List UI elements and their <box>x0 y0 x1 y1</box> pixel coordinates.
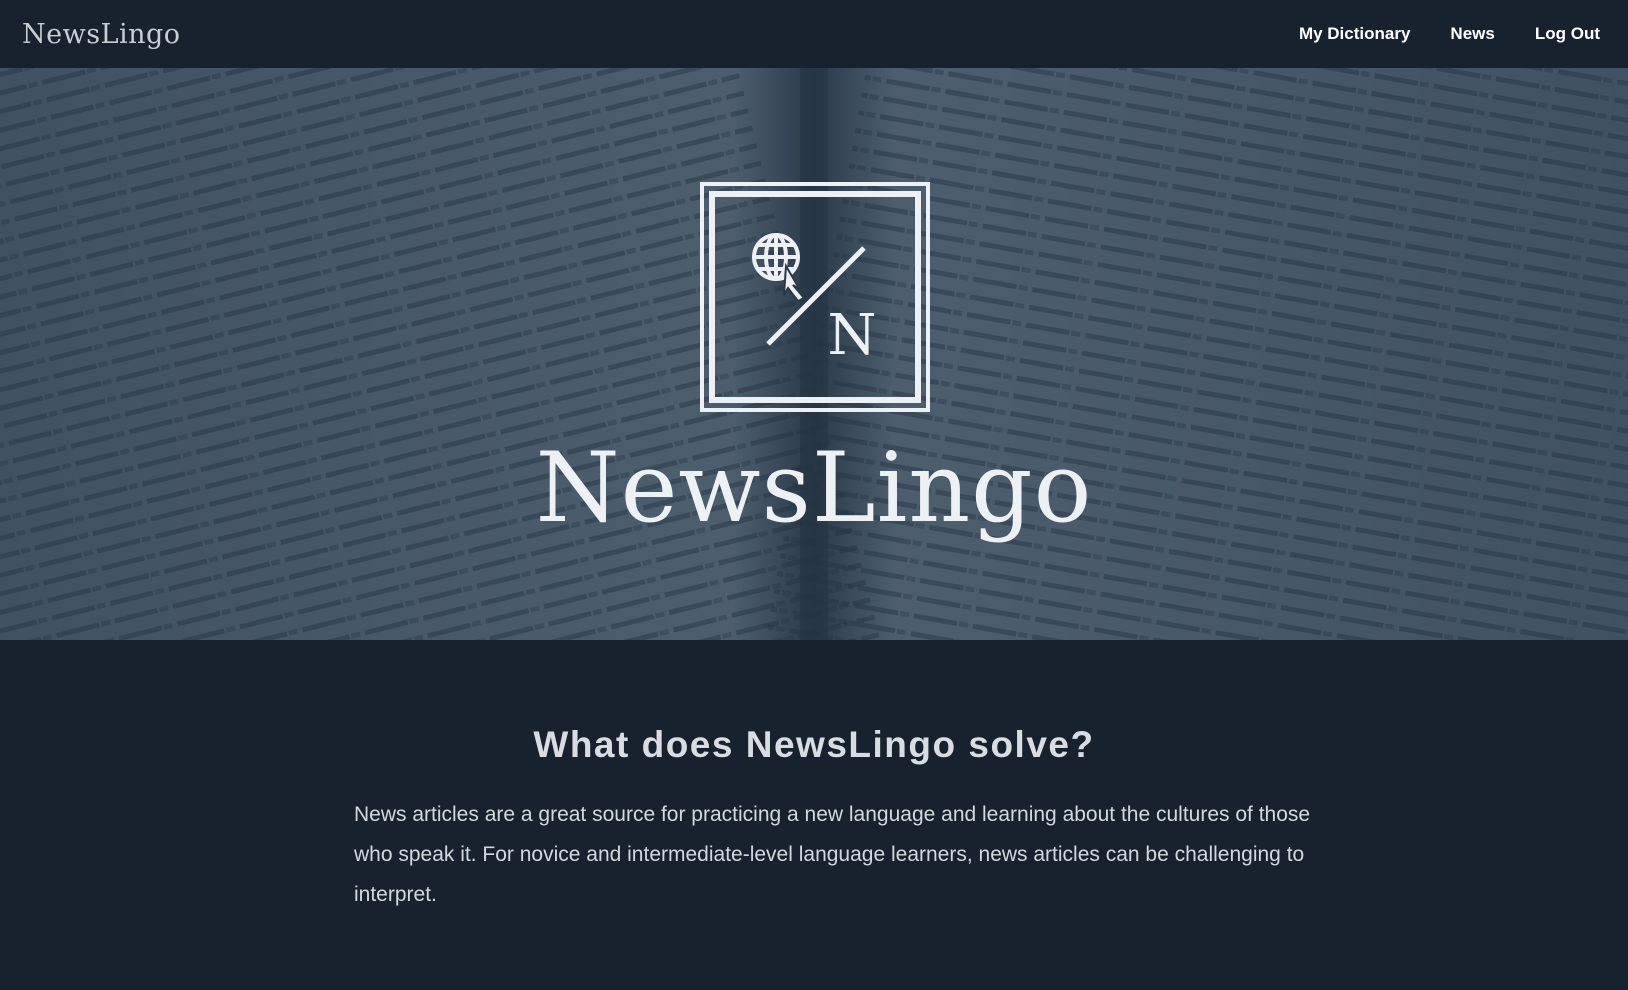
section-paragraph: News articles are a great source for pra… <box>354 803 1311 906</box>
hero-banner: N NewsLingo <box>0 68 1628 640</box>
intro-section: What does NewsLingo solve? News articles… <box>0 640 1628 990</box>
logo-letter: N <box>828 303 877 368</box>
top-navbar: NewsLingo My Dictionary News Log Out <box>0 0 1628 68</box>
nav-my-dictionary[interactable]: My Dictionary <box>1299 24 1410 44</box>
hero-title: NewsLingo <box>535 432 1093 544</box>
main-nav: My Dictionary News Log Out <box>1299 24 1600 44</box>
globe-cursor-icon <box>752 233 800 281</box>
nav-log-out[interactable]: Log Out <box>1535 24 1600 44</box>
nav-news[interactable]: News <box>1450 24 1494 44</box>
brand-logo-link[interactable]: NewsLingo <box>22 19 181 50</box>
newslingo-emblem-icon: N <box>700 182 930 412</box>
section-heading: What does NewsLingo solve? <box>533 724 1095 765</box>
